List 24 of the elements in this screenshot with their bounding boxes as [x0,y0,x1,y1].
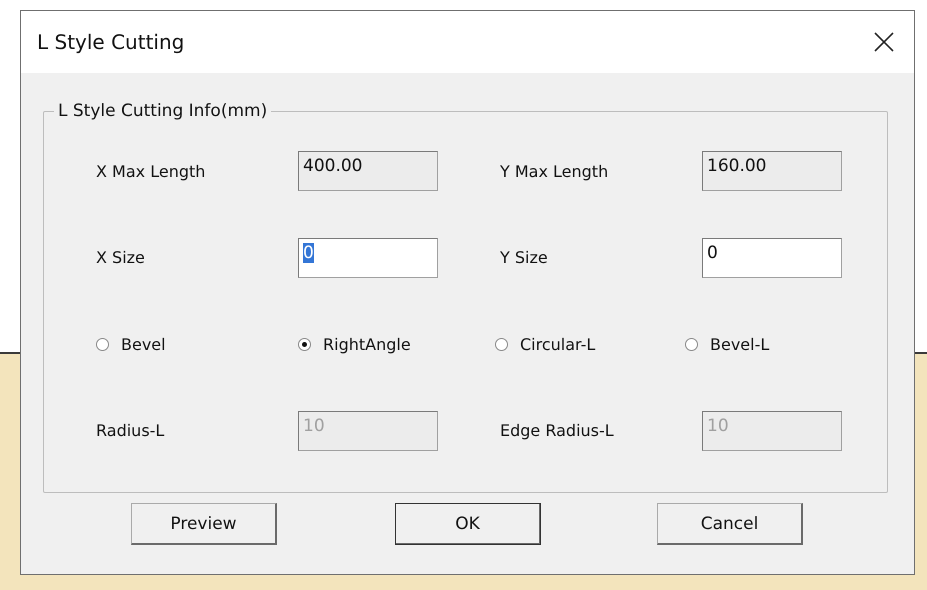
dialog-button[interactable]: Cancel [657,503,803,545]
close-icon [874,32,894,52]
input-field[interactable]: 0 [298,238,438,278]
field-label: Y Size [500,248,549,268]
radio-option[interactable]: Bevel-L [685,334,885,354]
dialog-button[interactable]: OK [395,503,541,545]
radio-option[interactable]: RightAngle [298,334,495,354]
input-field[interactable]: 160.00 [702,151,842,191]
field-label: X Size [96,248,146,268]
field-label: Y Max Length [500,162,610,180]
dialog-button[interactable]: Preview [131,503,277,545]
field-label: Radius-L [96,421,166,440]
window-title: L Style Cutting [37,30,184,54]
input-field[interactable]: 0 [702,238,842,278]
radio-option[interactable]: Circular-L [495,334,685,354]
radio-button[interactable] [298,338,311,351]
input-field[interactable]: 400.00 [298,151,438,191]
group-title: L Style Cutting Info(mm) [57,101,268,121]
radio-button[interactable] [685,338,698,351]
radio-button[interactable] [96,338,109,351]
field-label: X Max Length [96,162,206,180]
radio-button[interactable] [495,338,508,351]
field-label: Edge Radius-L [500,421,615,440]
radio-option[interactable]: Bevel [96,334,298,354]
